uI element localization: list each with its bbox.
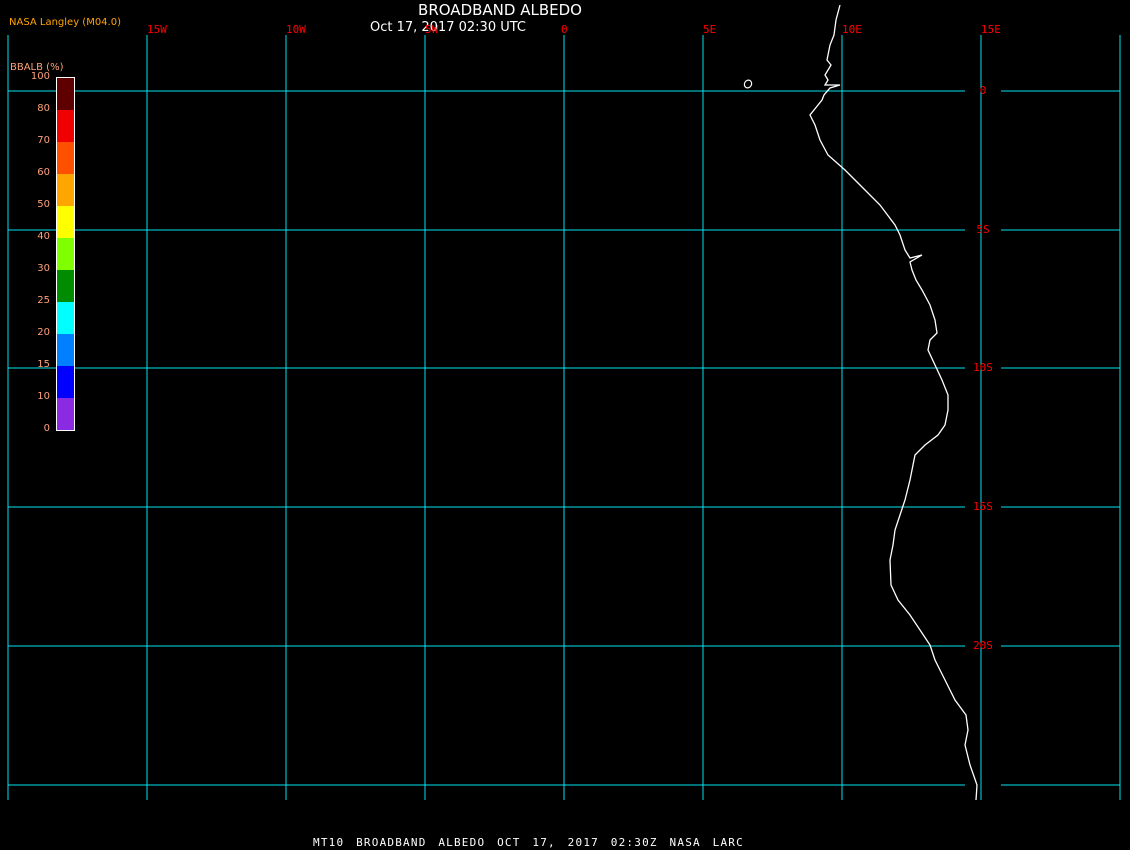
legend-tick-label: 100: [30, 71, 50, 82]
map-canvas: [7, 4, 1121, 801]
latitude-label: 0: [979, 84, 987, 97]
longitude-label: 15W: [147, 23, 167, 36]
legend-tick-label: 10: [37, 391, 50, 402]
legend-tick-label: 0: [43, 423, 50, 434]
longitude-label: 15E: [981, 23, 1001, 36]
legend-tick-label: 40: [37, 231, 50, 242]
legend-colorbar: [56, 77, 75, 431]
latitude-label: 15S: [973, 500, 993, 513]
legend-tick-label: 30: [37, 263, 50, 274]
legend-tick-label: 20: [37, 327, 50, 338]
coastline: [809, 4, 978, 801]
latitude-label: 5S: [976, 223, 990, 236]
legend-tick-label: 15: [37, 359, 50, 370]
legend-tick-label: 25: [37, 295, 50, 306]
legend-swatch: [57, 398, 74, 430]
legend-swatch: [57, 78, 74, 110]
longitude-label: 5W: [425, 23, 439, 36]
footer-caption: MT10 BROADBAND ALBEDO OCT 17, 2017 02:30…: [313, 836, 744, 849]
legend-tick-label: 70: [37, 135, 50, 146]
island-outline: [743, 79, 753, 89]
legend-tick-label: 80: [37, 103, 50, 114]
legend-swatch: [57, 110, 74, 142]
legend-swatch: [57, 270, 74, 302]
latitude-label: 10S: [973, 361, 993, 374]
longitude-label: 0: [561, 23, 568, 36]
organization-label: NASA Langley (M04.0): [9, 17, 121, 28]
legend-swatch: [57, 142, 74, 174]
legend-swatch: [57, 238, 74, 270]
legend-swatch: [57, 366, 74, 398]
legend-tick-label: 60: [37, 167, 50, 178]
legend-swatch: [57, 206, 74, 238]
legend-swatch: [57, 174, 74, 206]
longitude-label: 10E: [842, 23, 862, 36]
map-timestamp: Oct 17, 2017 02:30 UTC: [370, 20, 526, 35]
legend-swatch: [57, 302, 74, 334]
longitude-label: 5E: [703, 23, 717, 36]
legend-tick-label: 50: [37, 199, 50, 210]
map-title: BROADBAND ALBEDO: [418, 1, 582, 19]
latitude-label: 20S: [973, 639, 993, 652]
legend-swatch: [57, 334, 74, 366]
longitude-label: 10W: [286, 23, 306, 36]
